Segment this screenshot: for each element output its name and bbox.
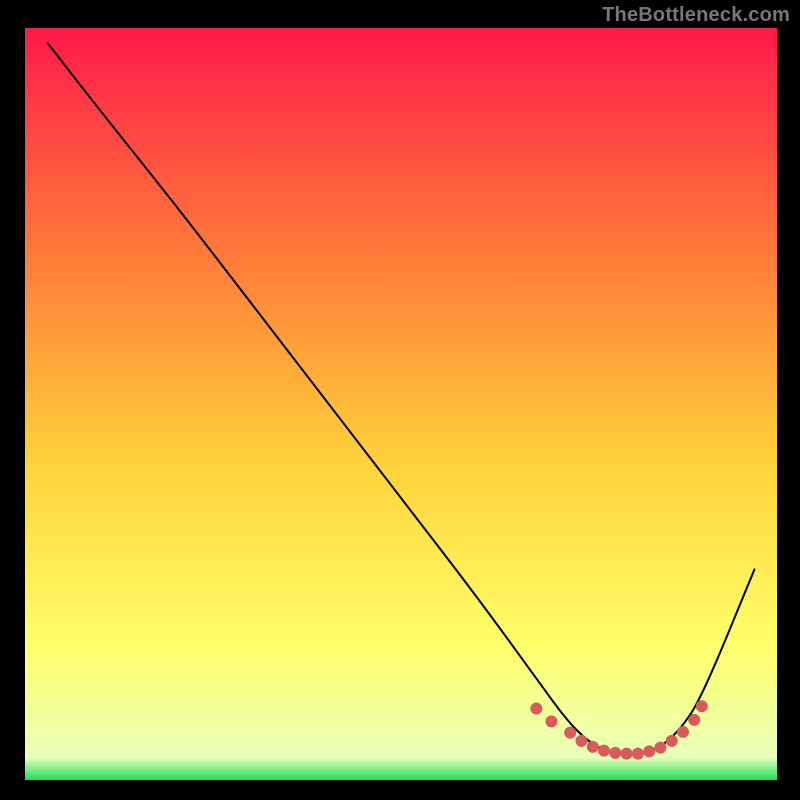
highlight-dot <box>530 703 542 715</box>
highlight-dot <box>677 726 689 738</box>
highlight-dot <box>587 741 599 753</box>
highlight-dot <box>564 727 576 739</box>
highlight-dot <box>609 747 621 759</box>
highlight-dot <box>598 745 610 757</box>
bottleneck-chart <box>0 0 800 800</box>
highlight-dot <box>696 700 708 712</box>
plot-background <box>25 28 777 780</box>
highlight-dot <box>621 748 633 760</box>
chart-stage: TheBottleneck.com <box>0 0 800 800</box>
highlight-dot <box>688 714 700 726</box>
highlight-dot <box>654 742 666 754</box>
highlight-dot <box>545 715 557 727</box>
highlight-dot <box>575 735 587 747</box>
highlight-dot <box>643 745 655 757</box>
highlight-dot <box>666 735 678 747</box>
watermark-text: TheBottleneck.com <box>602 4 790 27</box>
highlight-dot <box>632 748 644 760</box>
